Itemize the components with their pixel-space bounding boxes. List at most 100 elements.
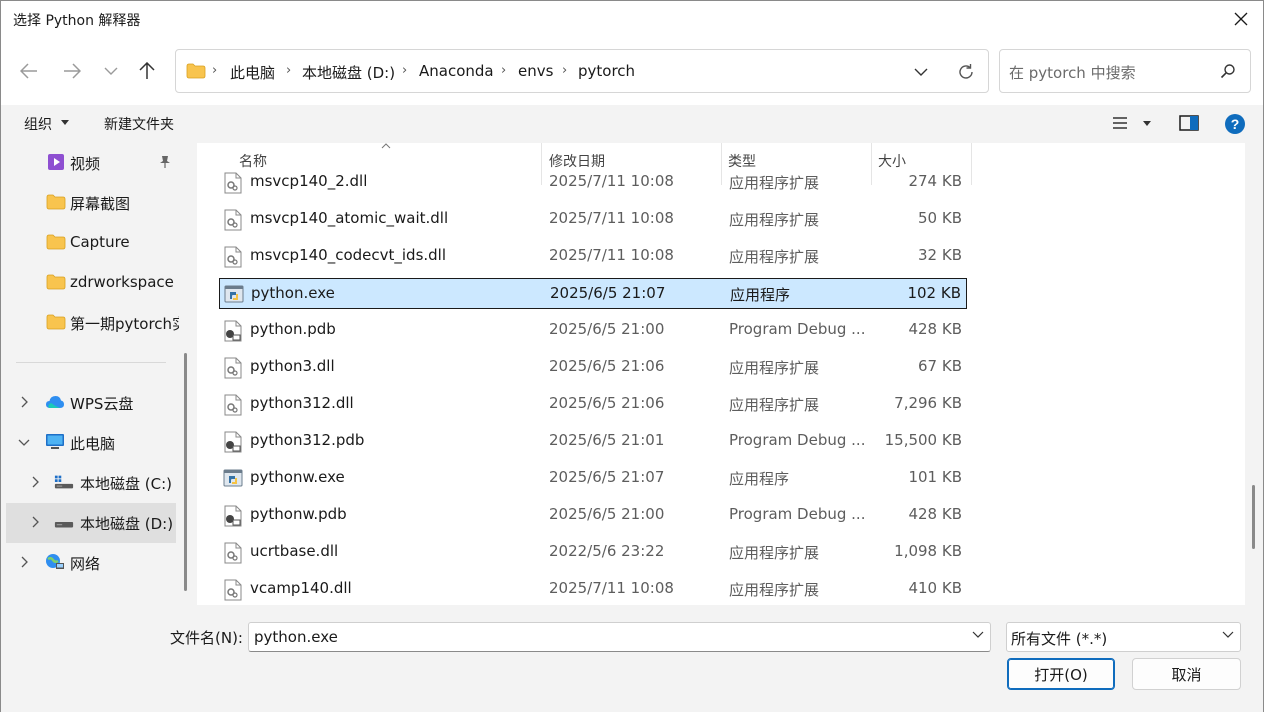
file-row[interactable]: python312.dll 2025/6/5 21:06 应用程序扩展 7,296 K… [219, 389, 967, 420]
sidebar-item-videos[interactable]: 视频 [1, 143, 177, 183]
sidebar-item-label: Capture [70, 233, 130, 251]
file-size: 1,098 KB [894, 542, 962, 560]
file-size: 410 KB [908, 579, 962, 597]
file-name: python.exe [251, 284, 335, 302]
pdb-icon [223, 505, 243, 531]
sidebar-scrollbar[interactable] [184, 353, 187, 591]
file-type: 应用程序扩展 [729, 211, 820, 229]
folder-icon [46, 234, 66, 250]
file-row[interactable]: python3.dll 2025/6/5 21:06 应用程序扩展 67 KB [219, 352, 967, 383]
computer-icon [46, 434, 64, 449]
chevron-right-icon[interactable] [18, 555, 30, 569]
file-list: 名称 修改日期 类型 大小 msvcp140_2.dll 2025/7/11 10… [197, 143, 1245, 605]
new-folder-button[interactable]: 新建文件夹 [104, 114, 174, 134]
chevron-down-icon[interactable] [18, 435, 30, 449]
sidebar-divider [16, 362, 166, 363]
file-name: msvcp140_2.dll [250, 172, 368, 190]
search-input[interactable]: 在 pytorch 中搜索 [999, 49, 1251, 93]
sidebar-item-network[interactable]: 网络 [1, 543, 177, 583]
file-date: 2025/7/11 10:08 [549, 172, 674, 190]
file-type: Program Debug ... [729, 320, 866, 338]
filename-input[interactable]: python.exe [248, 622, 991, 652]
dll-icon [223, 246, 243, 272]
up-button[interactable] [133, 57, 161, 85]
file-name: pythonw.exe [250, 468, 345, 486]
close-button[interactable] [1227, 5, 1255, 33]
help-icon[interactable]: ? [1224, 113, 1246, 135]
video-icon [48, 154, 64, 170]
breadcrumb-pytorch[interactable]: pytorch [578, 62, 635, 80]
sidebar-item-this-pc[interactable]: 此电脑 [1, 423, 177, 463]
file-size: 15,500 KB [884, 431, 962, 449]
chevron-right-icon[interactable] [29, 475, 41, 489]
chevron-right-icon[interactable] [18, 395, 30, 409]
chevron-right-icon: › [562, 63, 568, 78]
pdb-icon [223, 431, 243, 457]
file-row[interactable]: python.pdb 2025/6/5 21:00 Program Debug ..… [219, 315, 967, 346]
sidebar-item-drive-c[interactable]: 本地磁盘 (C:) [1, 463, 177, 503]
sidebar-item-label: 本地磁盘 (C:) [80, 475, 172, 493]
arrow-left-icon [20, 63, 37, 79]
file-name: msvcp140_atomic_wait.dll [250, 209, 449, 227]
open-button[interactable]: 打开(O) [1007, 658, 1115, 690]
forward-button[interactable] [58, 57, 86, 85]
chevron-down-icon [104, 67, 118, 75]
navigation-bar: › 此电脑 › 本地磁盘 (D:) › Anaconda › envs › py… [1, 37, 1263, 105]
svg-text:?: ? [1231, 116, 1240, 132]
file-row[interactable]: msvcp140_atomic_wait.dll 2025/7/11 10:08 应… [219, 204, 967, 235]
file-row[interactable]: pythonw.pdb 2025/6/5 21:00 Program Debug .… [219, 500, 967, 531]
sidebar-item-screenshots[interactable]: 屏幕截图 [1, 183, 177, 223]
file-date: 2025/7/11 10:08 [549, 246, 674, 264]
dll-icon [223, 394, 243, 420]
back-button[interactable] [15, 57, 43, 85]
chevron-down-icon [1222, 631, 1234, 638]
recent-locations-button[interactable] [97, 57, 125, 85]
cloud-icon [46, 396, 64, 408]
file-list-scrollbar[interactable] [1252, 485, 1255, 549]
file-date: 2025/6/5 21:07 [549, 468, 665, 486]
sidebar-item-pytorch-course[interactable]: 第一期pytorch实 [1, 303, 179, 343]
filetype-select[interactable]: 所有文件 (*.*) [1006, 622, 1241, 652]
breadcrumb-anaconda[interactable]: Anaconda [419, 62, 494, 80]
chevron-right-icon: › [501, 63, 507, 78]
search-icon [1220, 64, 1235, 79]
file-row[interactable]: python.exe 2025/6/5 21:07 应用程序 102 KB [219, 278, 967, 309]
file-open-dialog: 选择 Python 解释器 › 此电脑 › 本地磁盘 (D:) › Anacon… [0, 0, 1264, 712]
sidebar-item-wps-cloud[interactable]: WPS云盘 [1, 383, 177, 423]
python-exe-icon [224, 284, 244, 308]
network-icon [46, 554, 64, 569]
file-row[interactable]: msvcp140_2.dll 2025/7/11 10:08 应用程序扩展 274 K… [219, 167, 967, 198]
organize-menu[interactable]: 组织 [24, 114, 52, 134]
chevron-down-icon[interactable] [972, 631, 984, 639]
file-row[interactable]: ucrtbase.dll 2022/5/6 23:22 应用程序扩展 1,098 KB [219, 537, 967, 568]
cancel-button[interactable]: 取消 [1132, 658, 1241, 690]
file-size: 102 KB [907, 284, 961, 302]
address-bar[interactable]: › 此电脑 › 本地磁盘 (D:) › Anaconda › envs › py… [175, 49, 989, 93]
file-type: 应用程序扩展 [729, 581, 820, 599]
sidebar-item-drive-d[interactable]: 本地磁盘 (D:) [6, 503, 176, 543]
caret-down-icon[interactable] [1143, 121, 1151, 126]
column-divider[interactable] [971, 143, 972, 185]
refresh-button[interactable] [954, 60, 978, 84]
navigation-pane: 视频 屏幕截图 Capture zdrworkspace 第一期pytorch实… [1, 143, 179, 605]
chevron-right-icon[interactable] [29, 515, 41, 529]
breadcrumb-drive-d[interactable]: 本地磁盘 (D:) [302, 62, 395, 83]
preview-pane-icon[interactable] [1179, 115, 1199, 131]
breadcrumb-envs[interactable]: envs [518, 62, 553, 80]
file-row[interactable]: vcamp140.dll 2025/7/11 10:08 应用程序扩展 410 KB [219, 574, 967, 605]
close-icon [1234, 12, 1248, 26]
breadcrumb-this-pc[interactable]: 此电脑 [230, 62, 275, 83]
window-title: 选择 Python 解释器 [13, 13, 141, 29]
file-name: pythonw.pdb [250, 505, 347, 523]
file-row[interactable]: pythonw.exe 2025/6/5 21:07 应用程序 101 KB [219, 463, 967, 494]
address-history-dropdown[interactable] [910, 62, 932, 82]
sidebar-item-zdrworkspace[interactable]: zdrworkspace [1, 263, 177, 303]
file-size: 274 KB [908, 172, 962, 190]
file-row[interactable]: python312.pdb 2025/6/5 21:01 Program Debug… [219, 426, 967, 457]
view-list-icon[interactable] [1111, 115, 1129, 131]
sidebar-item-capture[interactable]: Capture [1, 223, 177, 263]
dll-icon [223, 542, 243, 568]
file-row[interactable]: msvcp140_codecvt_ids.dll 2025/7/11 10:08 应… [219, 241, 967, 272]
caret-down-icon [61, 120, 69, 125]
file-name: python.pdb [250, 320, 336, 338]
